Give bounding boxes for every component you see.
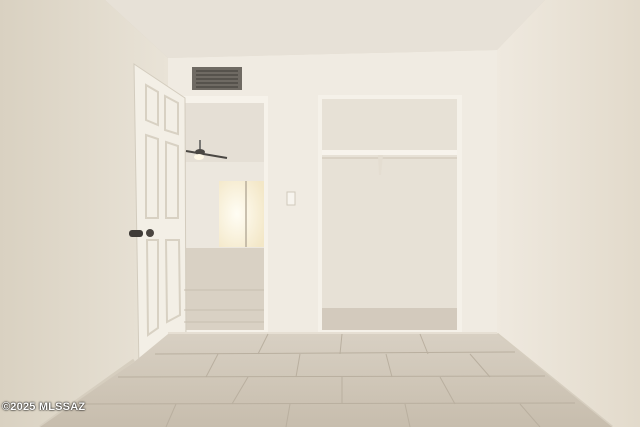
closet-interior [322,99,457,308]
ceiling [105,0,545,58]
light-switch[interactable] [286,191,296,206]
closet-floor [322,308,457,330]
closet-shelf [322,150,457,155]
hallway-floor [184,248,264,330]
room-photo [0,0,640,427]
photo-watermark: ©2025 MLSSAZ [2,401,86,413]
sliding-door-window [219,181,264,247]
